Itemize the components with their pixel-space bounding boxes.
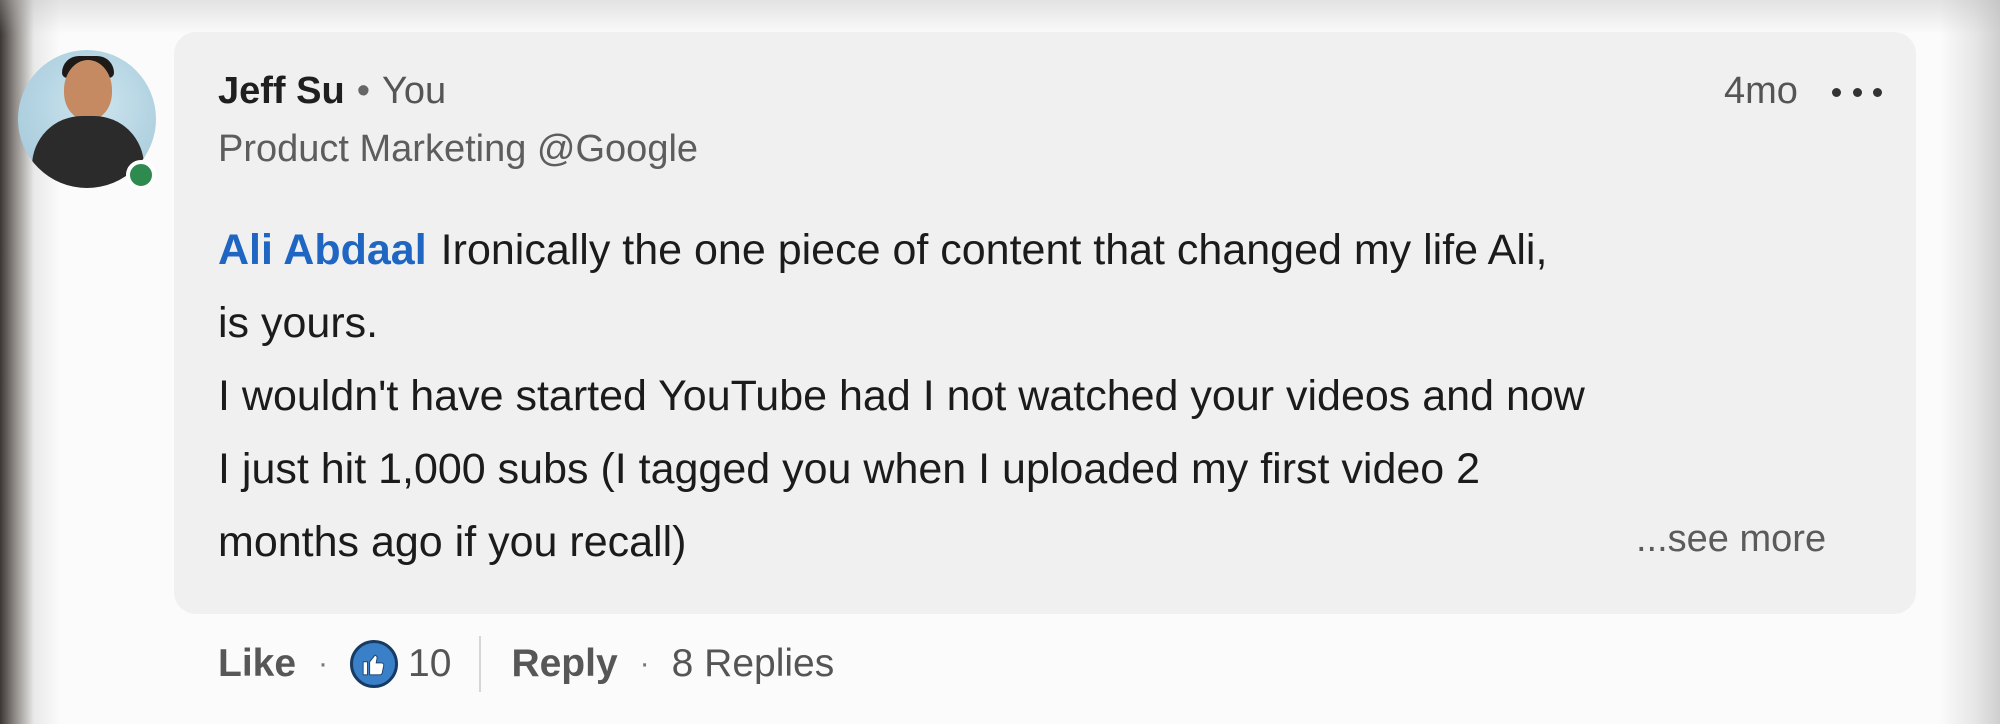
author-headline: Product Marketing @Google [218, 128, 699, 170]
action-separator: · [318, 647, 329, 680]
like-button[interactable]: Like [218, 642, 296, 686]
comment-actions: Like · 10 Reply · 8 Replies [218, 636, 834, 692]
comment-line: is yours. [218, 299, 379, 347]
comment-line: months ago if you recall) [218, 518, 687, 566]
separator-dot: • [356, 70, 371, 112]
mention-link[interactable]: Ali Abdaal [218, 226, 427, 274]
more-dot [1852, 87, 1862, 97]
comment-line: I just hit 1,000 subs (I tagged you when… [218, 445, 1481, 493]
author-relation: You [382, 70, 447, 112]
replies-count-link[interactable]: 8 Replies [672, 642, 835, 686]
comment-line: Ali Abdaal Ironically the one piece of co… [218, 214, 1858, 287]
comment-line: I wouldn't have started YouTube had I no… [218, 372, 1585, 420]
top-shadow [0, 0, 2000, 34]
comment-text: Ali Abdaal Ironically the one piece of co… [218, 214, 1858, 579]
comment-timestamp: 4mo [1724, 70, 1798, 112]
reply-button[interactable]: Reply [511, 642, 617, 686]
more-horizontal-icon[interactable] [1832, 84, 1882, 100]
author-line: Jeff Su • You [218, 70, 446, 113]
avatar-face [64, 60, 112, 120]
comment-line-text: Ironically the one piece of content that… [440, 226, 1548, 274]
action-divider [479, 636, 482, 692]
see-more-link[interactable]: ...see more [1636, 518, 1826, 561]
more-dot [1873, 87, 1882, 97]
more-dot [1832, 87, 1841, 97]
author-name[interactable]: Jeff Su [218, 70, 345, 112]
online-status-icon [126, 160, 156, 190]
thumbs-up-icon[interactable] [350, 640, 399, 688]
thumbs-up-glyph [362, 654, 385, 676]
reaction-count[interactable]: 10 [408, 642, 451, 686]
action-separator: · [639, 647, 650, 680]
